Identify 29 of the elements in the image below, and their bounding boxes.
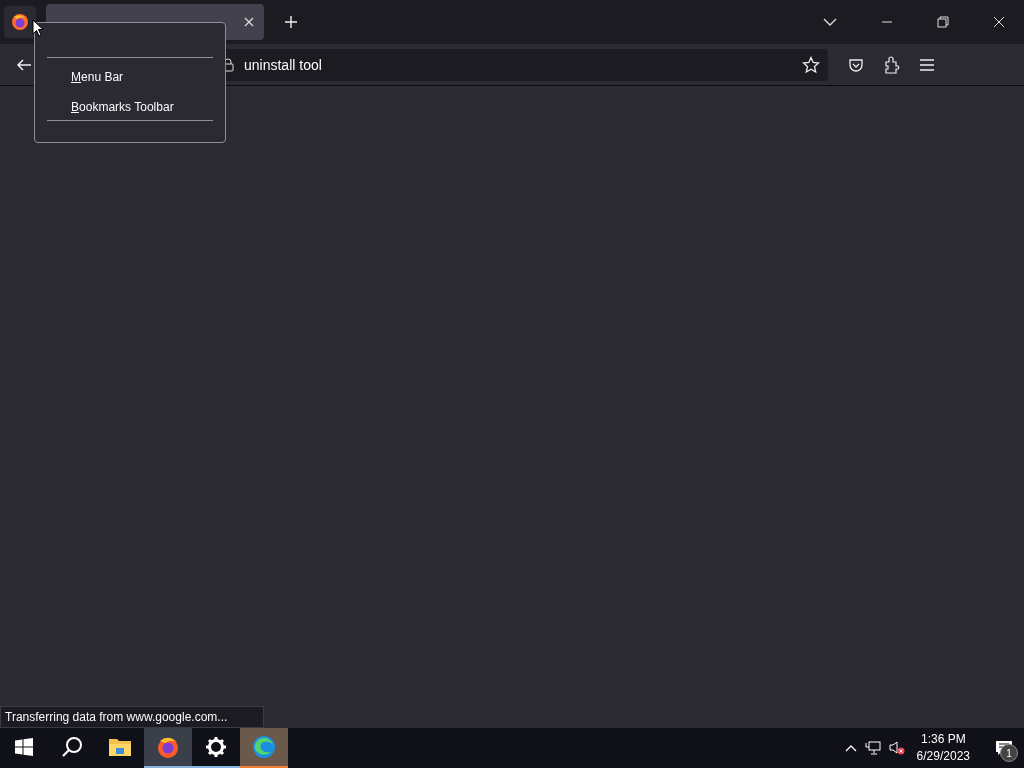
restore-icon[interactable] [937,16,949,28]
search-icon [61,736,83,758]
date-text: 6/29/2023 [916,748,970,765]
menu-icon[interactable] [920,58,934,71]
clock[interactable]: 1:36 PM 6/29/2023 [916,731,970,765]
star-icon[interactable] [802,55,820,74]
wave-logo-icon [252,735,276,759]
pocket-icon[interactable] [848,56,864,73]
close-icon[interactable] [244,17,254,27]
puzzle-piece-icon[interactable] [884,55,900,74]
fox-logo-icon [156,735,180,759]
mouse-pointer-icon [32,19,44,37]
gear-icon [205,736,227,758]
status-text: Transferring data from www.google.com... [0,706,265,728]
fox-logo-icon [11,13,29,31]
speaker-muted-icon[interactable] [888,741,905,755]
close-icon[interactable] [993,16,1005,28]
chevron-down-icon[interactable] [823,17,837,27]
network-icon[interactable] [864,741,881,755]
back-arrow-icon[interactable] [16,57,32,72]
notification-count: 1 [1000,744,1018,762]
notification-button[interactable]: 1 [984,728,1024,768]
firefox-button[interactable] [4,6,36,38]
folder-icon [108,737,132,757]
new-tab-icon[interactable] [284,15,298,29]
windows-logo-icon [15,738,33,756]
chevron-up-icon[interactable] [844,744,857,752]
menu-item[interactable]: Bookmarks Toolbar [47,96,213,126]
time-text: 1:36 PM [920,731,966,748]
